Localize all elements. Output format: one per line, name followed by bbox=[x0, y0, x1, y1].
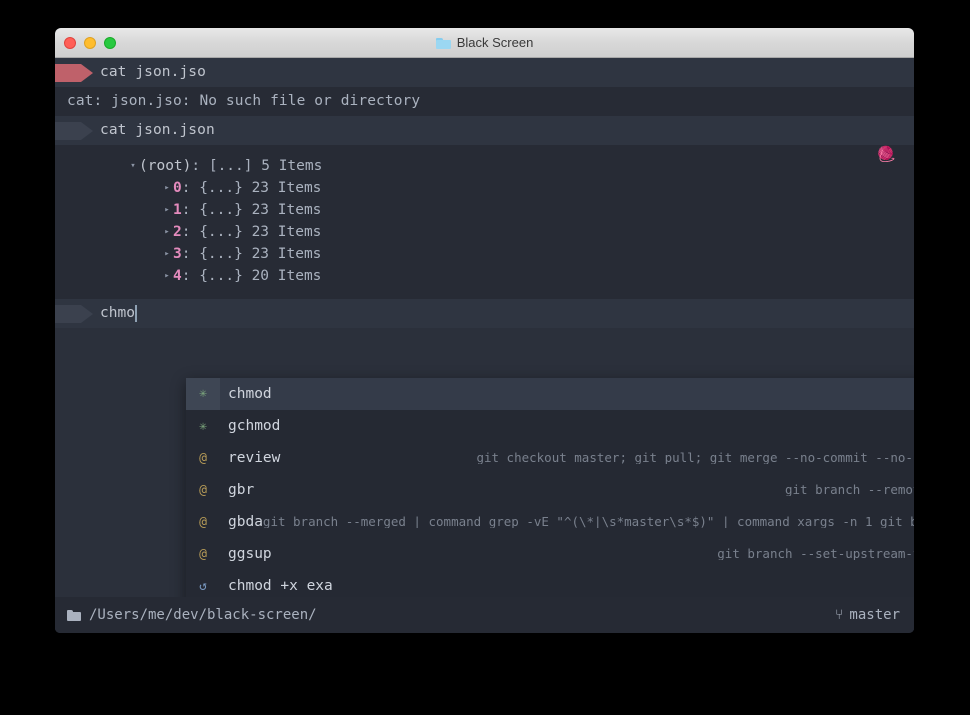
json-row-2[interactable]: ▸ 2: {...} 23 Items bbox=[55, 221, 914, 243]
folder-icon bbox=[67, 609, 81, 621]
json-value: : [...] 5 Items bbox=[191, 157, 323, 174]
terminal-body: cat json.jso cat: json.jso: No such file… bbox=[55, 58, 914, 633]
json-row-root[interactable]: ▾ (root): [...] 5 Items bbox=[55, 155, 914, 177]
command-text: cat json.jso bbox=[100, 64, 206, 81]
alias-icon: @ bbox=[199, 450, 207, 466]
json-row-3[interactable]: ▸ 3: {...} 23 Items bbox=[55, 243, 914, 265]
chevron-right-icon[interactable]: ▸ bbox=[161, 227, 173, 237]
magic-wand-icon[interactable]: 🧶 bbox=[876, 144, 898, 165]
chevron-right-icon[interactable]: ▸ bbox=[161, 183, 173, 193]
suggestion-label: ggsup bbox=[228, 545, 272, 562]
json-output: 🧶 ▾ (root): [...] 5 Items ▸ 0: {...} 23 … bbox=[55, 144, 914, 299]
chevron-right-icon[interactable]: ▸ bbox=[161, 205, 173, 215]
json-value: : {...} 20 Items bbox=[181, 267, 322, 284]
terminal-row-command-failed[interactable]: cat json.jso bbox=[55, 58, 914, 87]
output-text: cat: json.jso: No such file or directory bbox=[67, 93, 421, 110]
command-input-row[interactable]: chmo bbox=[55, 299, 914, 328]
folder-icon bbox=[435, 37, 451, 49]
json-row-1[interactable]: ▸ 1: {...} 23 Items bbox=[55, 199, 914, 221]
json-key: 3 bbox=[173, 245, 182, 262]
suggestion-description: git branch --merged | command grep -vE "… bbox=[262, 515, 914, 529]
json-key: 4 bbox=[173, 267, 182, 284]
alias-icon: @ bbox=[199, 546, 207, 562]
window-controls bbox=[64, 28, 116, 58]
command-text: cat json.json bbox=[100, 122, 215, 139]
history-icon: ↺ bbox=[199, 578, 207, 594]
prompt-arrow-icon bbox=[55, 121, 95, 140]
git-branch-icon: ⑂ bbox=[835, 607, 844, 623]
suggestion-item[interactable]: @ gbda git branch --merged | command gre… bbox=[186, 506, 914, 538]
window-titlebar[interactable]: Black Screen bbox=[55, 28, 914, 58]
terminal-row-command[interactable]: cat json.json bbox=[55, 116, 914, 145]
chevron-right-icon[interactable]: ▸ bbox=[161, 249, 173, 259]
chevron-down-icon[interactable]: ▾ bbox=[127, 161, 139, 171]
maximize-button[interactable] bbox=[104, 37, 116, 49]
close-button[interactable] bbox=[64, 37, 76, 49]
prompt-arrow-failed-icon bbox=[55, 63, 95, 82]
chevron-right-icon[interactable]: ▸ bbox=[161, 271, 173, 281]
suggestion-description: git checkout master; git pull; git merge… bbox=[476, 451, 914, 465]
alias-icon: @ bbox=[199, 482, 207, 498]
json-key: 1 bbox=[173, 201, 182, 218]
json-row-4[interactable]: ▸ 4: {...} 20 Items bbox=[55, 265, 914, 287]
json-value: : {...} 23 Items bbox=[181, 179, 322, 196]
status-bar: /Users/me/dev/black-screen/ ⑂ master bbox=[55, 597, 914, 633]
prompt-arrow-icon bbox=[55, 304, 95, 323]
json-key: (root) bbox=[139, 157, 192, 174]
suggestion-label: gbda bbox=[228, 513, 263, 530]
suggestion-label: chmod bbox=[228, 385, 272, 402]
command-input[interactable]: chmo bbox=[95, 306, 135, 321]
minimize-button[interactable] bbox=[84, 37, 96, 49]
suggestion-description: git branch --remote bbox=[785, 483, 914, 497]
terminal-row-output: cat: json.jso: No such file or directory bbox=[55, 87, 914, 116]
window-title: Black Screen bbox=[456, 35, 534, 50]
working-directory-path: /Users/me/dev/black-screen/ bbox=[89, 607, 317, 623]
json-key: 0 bbox=[173, 179, 182, 196]
git-branch-indicator[interactable]: ⑂ master bbox=[835, 608, 900, 622]
executable-icon: ✳ bbox=[186, 378, 220, 410]
suggestion-item[interactable]: ✳ gchmod bbox=[186, 410, 914, 442]
suggestion-item[interactable]: @ review git checkout master; git pull; … bbox=[186, 442, 914, 474]
suggestion-label: review bbox=[228, 449, 281, 466]
autocomplete-popup[interactable]: ✳ chmod ✳ gchmod @ review git checkout m… bbox=[186, 378, 914, 632]
suggestion-label: gbr bbox=[228, 481, 255, 498]
window-title-wrap: Black Screen bbox=[435, 35, 534, 50]
json-value: : {...} 23 Items bbox=[181, 223, 322, 240]
suggestion-item[interactable]: ✳ chmod bbox=[186, 378, 914, 410]
git-branch-name: master bbox=[849, 607, 900, 623]
json-value: : {...} 23 Items bbox=[181, 245, 322, 262]
alias-icon: @ bbox=[199, 514, 207, 530]
json-value: : {...} 23 Items bbox=[181, 201, 322, 218]
suggestion-item[interactable]: @ ggsup git branch --set-upstream-to bbox=[186, 538, 914, 570]
terminal-window: Black Screen cat json.jso cat: json.jso:… bbox=[55, 28, 914, 633]
suggestion-description: git branch --set-upstream-to bbox=[717, 547, 914, 561]
suggestion-label: chmod +x exa bbox=[228, 577, 333, 594]
suggestion-item[interactable]: @ gbr git branch --remote bbox=[186, 474, 914, 506]
screen: Black Screen cat json.jso cat: json.jso:… bbox=[0, 0, 970, 715]
json-row-0[interactable]: ▸ 0: {...} 23 Items bbox=[55, 177, 914, 199]
text-cursor bbox=[134, 305, 137, 322]
working-directory[interactable]: /Users/me/dev/black-screen/ bbox=[67, 608, 317, 622]
executable-icon: ✳ bbox=[199, 418, 207, 434]
json-key: 2 bbox=[173, 223, 182, 240]
suggestion-label: gchmod bbox=[228, 417, 281, 434]
